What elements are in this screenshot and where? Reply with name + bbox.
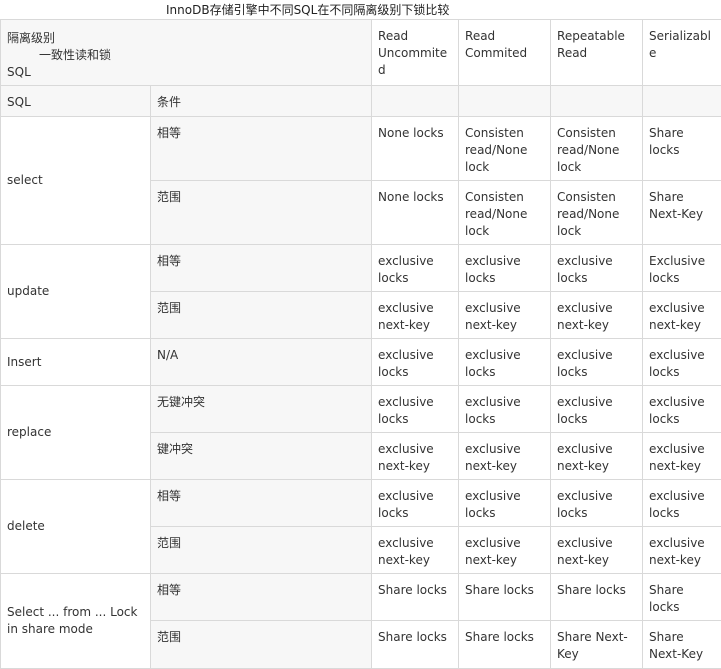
lock-cell: exclusive locks: [643, 480, 721, 527]
sql-column-header: SQL: [1, 86, 151, 117]
condition-cell: N/A: [151, 339, 372, 386]
condition-cell: 键冲突: [151, 433, 372, 480]
lock-cell: Share locks: [372, 621, 459, 669]
lock-cell: Share Next-Key: [551, 621, 643, 669]
condition-cell: 相等: [151, 117, 372, 181]
lock-cell: exclusive locks: [372, 480, 459, 527]
consistent-read-label: 一致性读和锁: [7, 47, 365, 64]
lock-cell: exclusive locks: [459, 245, 551, 292]
lock-cell: exclusive next-key: [551, 433, 643, 480]
lock-cell: Share Next-Key: [643, 181, 721, 245]
table-row: Select ... from ... Lock in share mode 相…: [1, 574, 721, 621]
lock-cell: exclusive locks: [643, 339, 721, 386]
condition-cell: 无键冲突: [151, 386, 372, 433]
condition-column-header: 条件: [151, 86, 372, 117]
lock-cell: exclusive next-key: [551, 527, 643, 574]
level-header-serializable: Serializable: [643, 20, 721, 86]
empty-cell: [459, 86, 551, 117]
table-row: update 相等 exclusive locks exclusive lock…: [1, 245, 721, 292]
lock-cell: exclusive locks: [372, 386, 459, 433]
lock-cell: Share locks: [643, 117, 721, 181]
lock-cell: exclusive locks: [372, 245, 459, 292]
condition-cell: 相等: [151, 245, 372, 292]
condition-cell: 范围: [151, 181, 372, 245]
lock-cell: exclusive next-key: [372, 527, 459, 574]
lock-cell: exclusive locks: [551, 480, 643, 527]
lock-comparison-table: 隔离级别 一致性读和锁 SQL Read Uncommited Read Com…: [0, 19, 721, 669]
lock-cell: exclusive locks: [551, 386, 643, 433]
lock-cell: exclusive locks: [372, 339, 459, 386]
sql-name-cell: update: [1, 245, 151, 339]
lock-cell: exclusive next-key: [459, 433, 551, 480]
lock-cell: exclusive next-key: [372, 433, 459, 480]
lock-cell: Share locks: [643, 574, 721, 621]
lock-cell: exclusive next-key: [643, 433, 721, 480]
lock-cell: exclusive locks: [459, 386, 551, 433]
empty-cell: [551, 86, 643, 117]
condition-cell: 相等: [151, 574, 372, 621]
condition-cell: 范围: [151, 621, 372, 669]
table-title-text: InnoDB存储引擎中不同SQL在不同隔离级别下锁比较: [166, 0, 449, 20]
lock-cell: exclusive next-key: [643, 527, 721, 574]
lock-cell: Consisten read/None lock: [551, 181, 643, 245]
lock-cell: exclusive locks: [643, 386, 721, 433]
table-title: InnoDB存储引擎中不同SQL在不同隔离级别下锁比较: [0, 0, 721, 20]
lock-cell: Consisten read/None lock: [459, 181, 551, 245]
table-row: delete 相等 exclusive locks exclusive lock…: [1, 480, 721, 527]
corner-header-cell: 隔离级别 一致性读和锁 SQL: [1, 20, 372, 86]
lock-cell: exclusive next-key: [643, 292, 721, 339]
lock-cell: Share locks: [372, 574, 459, 621]
subheader-row: SQL 条件: [1, 86, 721, 117]
level-header-repeatable-read: Repeatable Read: [551, 20, 643, 86]
condition-cell: 相等: [151, 480, 372, 527]
lock-cell: Share locks: [459, 574, 551, 621]
level-header-read-commited: Read Commited: [459, 20, 551, 86]
lock-cell: exclusive next-key: [459, 292, 551, 339]
table-row: Insert N/A exclusive locks exclusive loc…: [1, 339, 721, 386]
level-header-read-uncommited: Read Uncommited: [372, 20, 459, 86]
sql-name-cell: delete: [1, 480, 151, 574]
sql-axis-label: SQL: [7, 64, 365, 81]
sql-name-cell: replace: [1, 386, 151, 480]
lock-cell: None locks: [372, 117, 459, 181]
lock-cell: exclusive next-key: [551, 292, 643, 339]
condition-cell: 范围: [151, 292, 372, 339]
table-row: select 相等 None locks Consisten read/None…: [1, 117, 721, 181]
lock-cell: Share Next-Key: [643, 621, 721, 669]
lock-cell: None locks: [372, 181, 459, 245]
condition-cell: 范围: [151, 527, 372, 574]
lock-cell: exclusive locks: [551, 245, 643, 292]
lock-cell: exclusive locks: [459, 339, 551, 386]
table-row: replace 无键冲突 exclusive locks exclusive l…: [1, 386, 721, 433]
lock-cell: exclusive locks: [459, 480, 551, 527]
lock-cell: exclusive locks: [551, 339, 643, 386]
lock-cell: exclusive next-key: [459, 527, 551, 574]
lock-cell: Exclusive locks: [643, 245, 721, 292]
empty-cell: [643, 86, 721, 117]
sql-name-cell: Select ... from ... Lock in share mode: [1, 574, 151, 669]
sql-name-cell: select: [1, 117, 151, 245]
lock-cell: Consisten read/None lock: [459, 117, 551, 181]
header-row: 隔离级别 一致性读和锁 SQL Read Uncommited Read Com…: [1, 20, 721, 86]
sql-name-cell: Insert: [1, 339, 151, 386]
lock-cell: Share locks: [459, 621, 551, 669]
lock-cell: Share locks: [551, 574, 643, 621]
empty-cell: [372, 86, 459, 117]
lock-cell: Consisten read/None lock: [551, 117, 643, 181]
isolation-level-label: 隔离级别: [7, 30, 365, 47]
lock-cell: exclusive next-key: [372, 292, 459, 339]
